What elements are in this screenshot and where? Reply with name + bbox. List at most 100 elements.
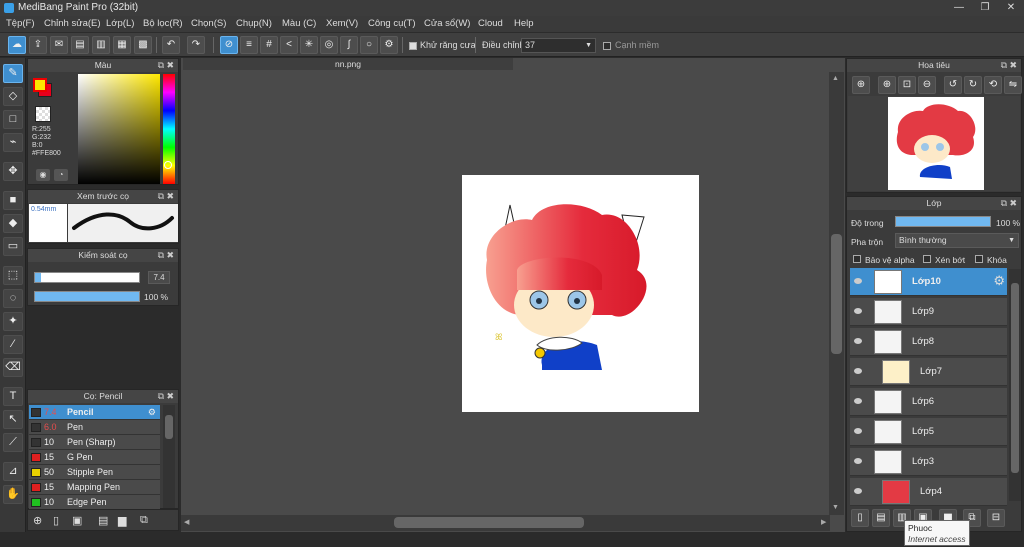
- adjust-select[interactable]: 37 ▼: [521, 38, 596, 53]
- select-rect-icon[interactable]: ⬚: [3, 266, 23, 285]
- menu-edit[interactable]: Chỉnh sửa(E): [44, 18, 101, 29]
- close-icon[interactable]: ✖: [1009, 59, 1017, 72]
- menu-file[interactable]: Tệp(F): [6, 18, 35, 29]
- lasso-tool-icon[interactable]: ◌: [3, 289, 23, 308]
- brush-item[interactable]: 10 Pen (Sharp): [29, 435, 160, 450]
- foreground-color-swatch[interactable]: [33, 78, 47, 92]
- eyedropper-tool-icon[interactable]: ⊿: [3, 462, 23, 481]
- brush-opacity-slider[interactable]: [34, 291, 140, 302]
- transparent-color-swatch[interactable]: [35, 106, 51, 122]
- cloud-icon[interactable]: ☁: [8, 36, 26, 54]
- select-pen-icon[interactable]: ⁄: [3, 335, 23, 354]
- undock-icon[interactable]: ⧉: [1001, 197, 1007, 210]
- select-eraser-icon[interactable]: ⌫: [3, 358, 23, 377]
- menu-cloud[interactable]: Cloud: [478, 18, 503, 29]
- hand-tool-icon[interactable]: ✋: [3, 485, 23, 504]
- horizontal-scrollbar[interactable]: ◀ ▶: [181, 515, 830, 531]
- close-button[interactable]: ✕: [998, 0, 1024, 16]
- vertical-scroll-thumb[interactable]: [831, 234, 842, 354]
- comment-icon[interactable]: ✉: [50, 36, 68, 54]
- close-icon[interactable]: ✖: [166, 249, 174, 262]
- undock-icon[interactable]: ⧉: [158, 249, 164, 262]
- brush-list-scrollbar[interactable]: [163, 405, 175, 508]
- brush-item[interactable]: 10 Edge Pen: [29, 495, 160, 510]
- undock-icon[interactable]: ⧉: [158, 390, 164, 403]
- layer-row[interactable]: Lớp5: [850, 418, 1007, 446]
- vanishing-snap-icon[interactable]: <: [280, 36, 298, 54]
- actual-size-icon[interactable]: ⊡: [898, 76, 916, 94]
- saturation-value-picker[interactable]: [78, 74, 160, 184]
- menu-select[interactable]: Chọn(S): [191, 18, 226, 29]
- pages-icon[interactable]: ▦: [113, 36, 131, 54]
- scroll-down-icon[interactable]: ▼: [832, 504, 839, 511]
- undo-icon[interactable]: ↶: [162, 36, 180, 54]
- layer-row[interactable]: Lớp10 ⚙: [850, 268, 1007, 296]
- radial-snap-icon[interactable]: ✳: [300, 36, 318, 54]
- eye-icon[interactable]: [854, 308, 862, 314]
- blur-tool-icon[interactable]: ⌁: [3, 133, 23, 152]
- brush-item[interactable]: 6.0 Pen: [29, 420, 160, 435]
- undock-icon[interactable]: ⧉: [158, 59, 164, 72]
- share-icon[interactable]: ⇪: [29, 36, 47, 54]
- lock-checkbox[interactable]: [975, 255, 983, 263]
- navigator-view[interactable]: [848, 96, 1020, 191]
- blend-mode-select[interactable]: Bình thường ▼: [895, 233, 1019, 248]
- scroll-left-icon[interactable]: ◀: [184, 518, 189, 526]
- layer-opacity-slider[interactable]: [895, 216, 991, 227]
- brush-folder-icon[interactable]: ▆: [118, 514, 126, 527]
- close-icon[interactable]: ✖: [166, 59, 174, 72]
- layer-row[interactable]: Lớp7: [850, 358, 1007, 386]
- add-brush-icon[interactable]: ⊕: [33, 514, 42, 527]
- delete-layer-icon[interactable]: ⊟: [987, 509, 1005, 527]
- menu-color[interactable]: Màu (C): [282, 18, 316, 29]
- new-page-icon[interactable]: ▤: [71, 36, 89, 54]
- brush-item[interactable]: 15 G Pen: [29, 450, 160, 465]
- cross-snap-icon[interactable]: #: [260, 36, 278, 54]
- brush-tool-icon[interactable]: ✎: [3, 64, 23, 83]
- eye-icon[interactable]: [854, 278, 862, 284]
- gradient-tool-icon[interactable]: ▭: [3, 237, 23, 256]
- grid-icon[interactable]: ▩: [134, 36, 152, 54]
- gear-icon[interactable]: ⚙: [993, 273, 1005, 289]
- eraser-tool-icon[interactable]: ◇: [3, 87, 23, 106]
- scroll-up-icon[interactable]: ▲: [832, 75, 839, 82]
- eye-icon[interactable]: [854, 458, 862, 464]
- brush-copy-icon[interactable]: ▤: [98, 514, 108, 527]
- settings-snap-icon[interactable]: ⚙: [380, 36, 398, 54]
- canvas-tab[interactable]: nn.png: [183, 58, 513, 70]
- hue-handle[interactable]: [164, 161, 172, 169]
- maximize-button[interactable]: ❐: [972, 0, 998, 16]
- brush-item[interactable]: 7.4 Pencil ⚙: [29, 405, 160, 420]
- layer-list-scrollbar[interactable]: [1009, 269, 1021, 501]
- menu-window[interactable]: Cửa sổ(W): [424, 18, 470, 29]
- layer-row[interactable]: Lớp3: [850, 448, 1007, 476]
- eye-icon[interactable]: [854, 428, 862, 434]
- menu-capture[interactable]: Chụp(N): [236, 18, 272, 29]
- eye-icon[interactable]: [854, 338, 862, 344]
- color-settings-icon[interactable]: ◔: [54, 169, 68, 181]
- bucket-tool-icon[interactable]: ◆: [3, 214, 23, 233]
- divide-tool-icon[interactable]: ⟋: [3, 433, 23, 452]
- protect-alpha-checkbox[interactable]: [853, 255, 861, 263]
- snap-off-icon[interactable]: ⊘: [220, 36, 238, 54]
- menu-filter[interactable]: Bộ lọc(R): [143, 18, 183, 29]
- rotate-right-icon[interactable]: ↻: [964, 76, 982, 94]
- circle-snap-icon[interactable]: ◎: [320, 36, 338, 54]
- dot-tool-icon[interactable]: □: [3, 110, 23, 129]
- soft-edge-checkbox[interactable]: [603, 42, 611, 50]
- undock-icon[interactable]: ⧉: [158, 190, 164, 203]
- operation-tool-icon[interactable]: ↖: [3, 410, 23, 429]
- brush-size-value[interactable]: 7.4: [148, 271, 170, 284]
- layer-row[interactable]: Lớp8: [850, 328, 1007, 356]
- zoom-out-icon[interactable]: ⊖: [918, 76, 936, 94]
- hue-slider[interactable]: [163, 74, 175, 184]
- gear-icon[interactable]: ⚙: [148, 405, 156, 420]
- rotate-left-icon[interactable]: ↺: [944, 76, 962, 94]
- layer-list-scroll-thumb[interactable]: [1011, 283, 1019, 473]
- redo-icon[interactable]: ↷: [187, 36, 205, 54]
- brush-list-scroll-thumb[interactable]: [165, 415, 173, 439]
- layer-row[interactable]: Lớp4: [850, 478, 1007, 506]
- layer-row[interactable]: Lớp6: [850, 388, 1007, 416]
- scroll-right-icon[interactable]: ▶: [821, 518, 826, 526]
- eye-icon[interactable]: [854, 488, 862, 494]
